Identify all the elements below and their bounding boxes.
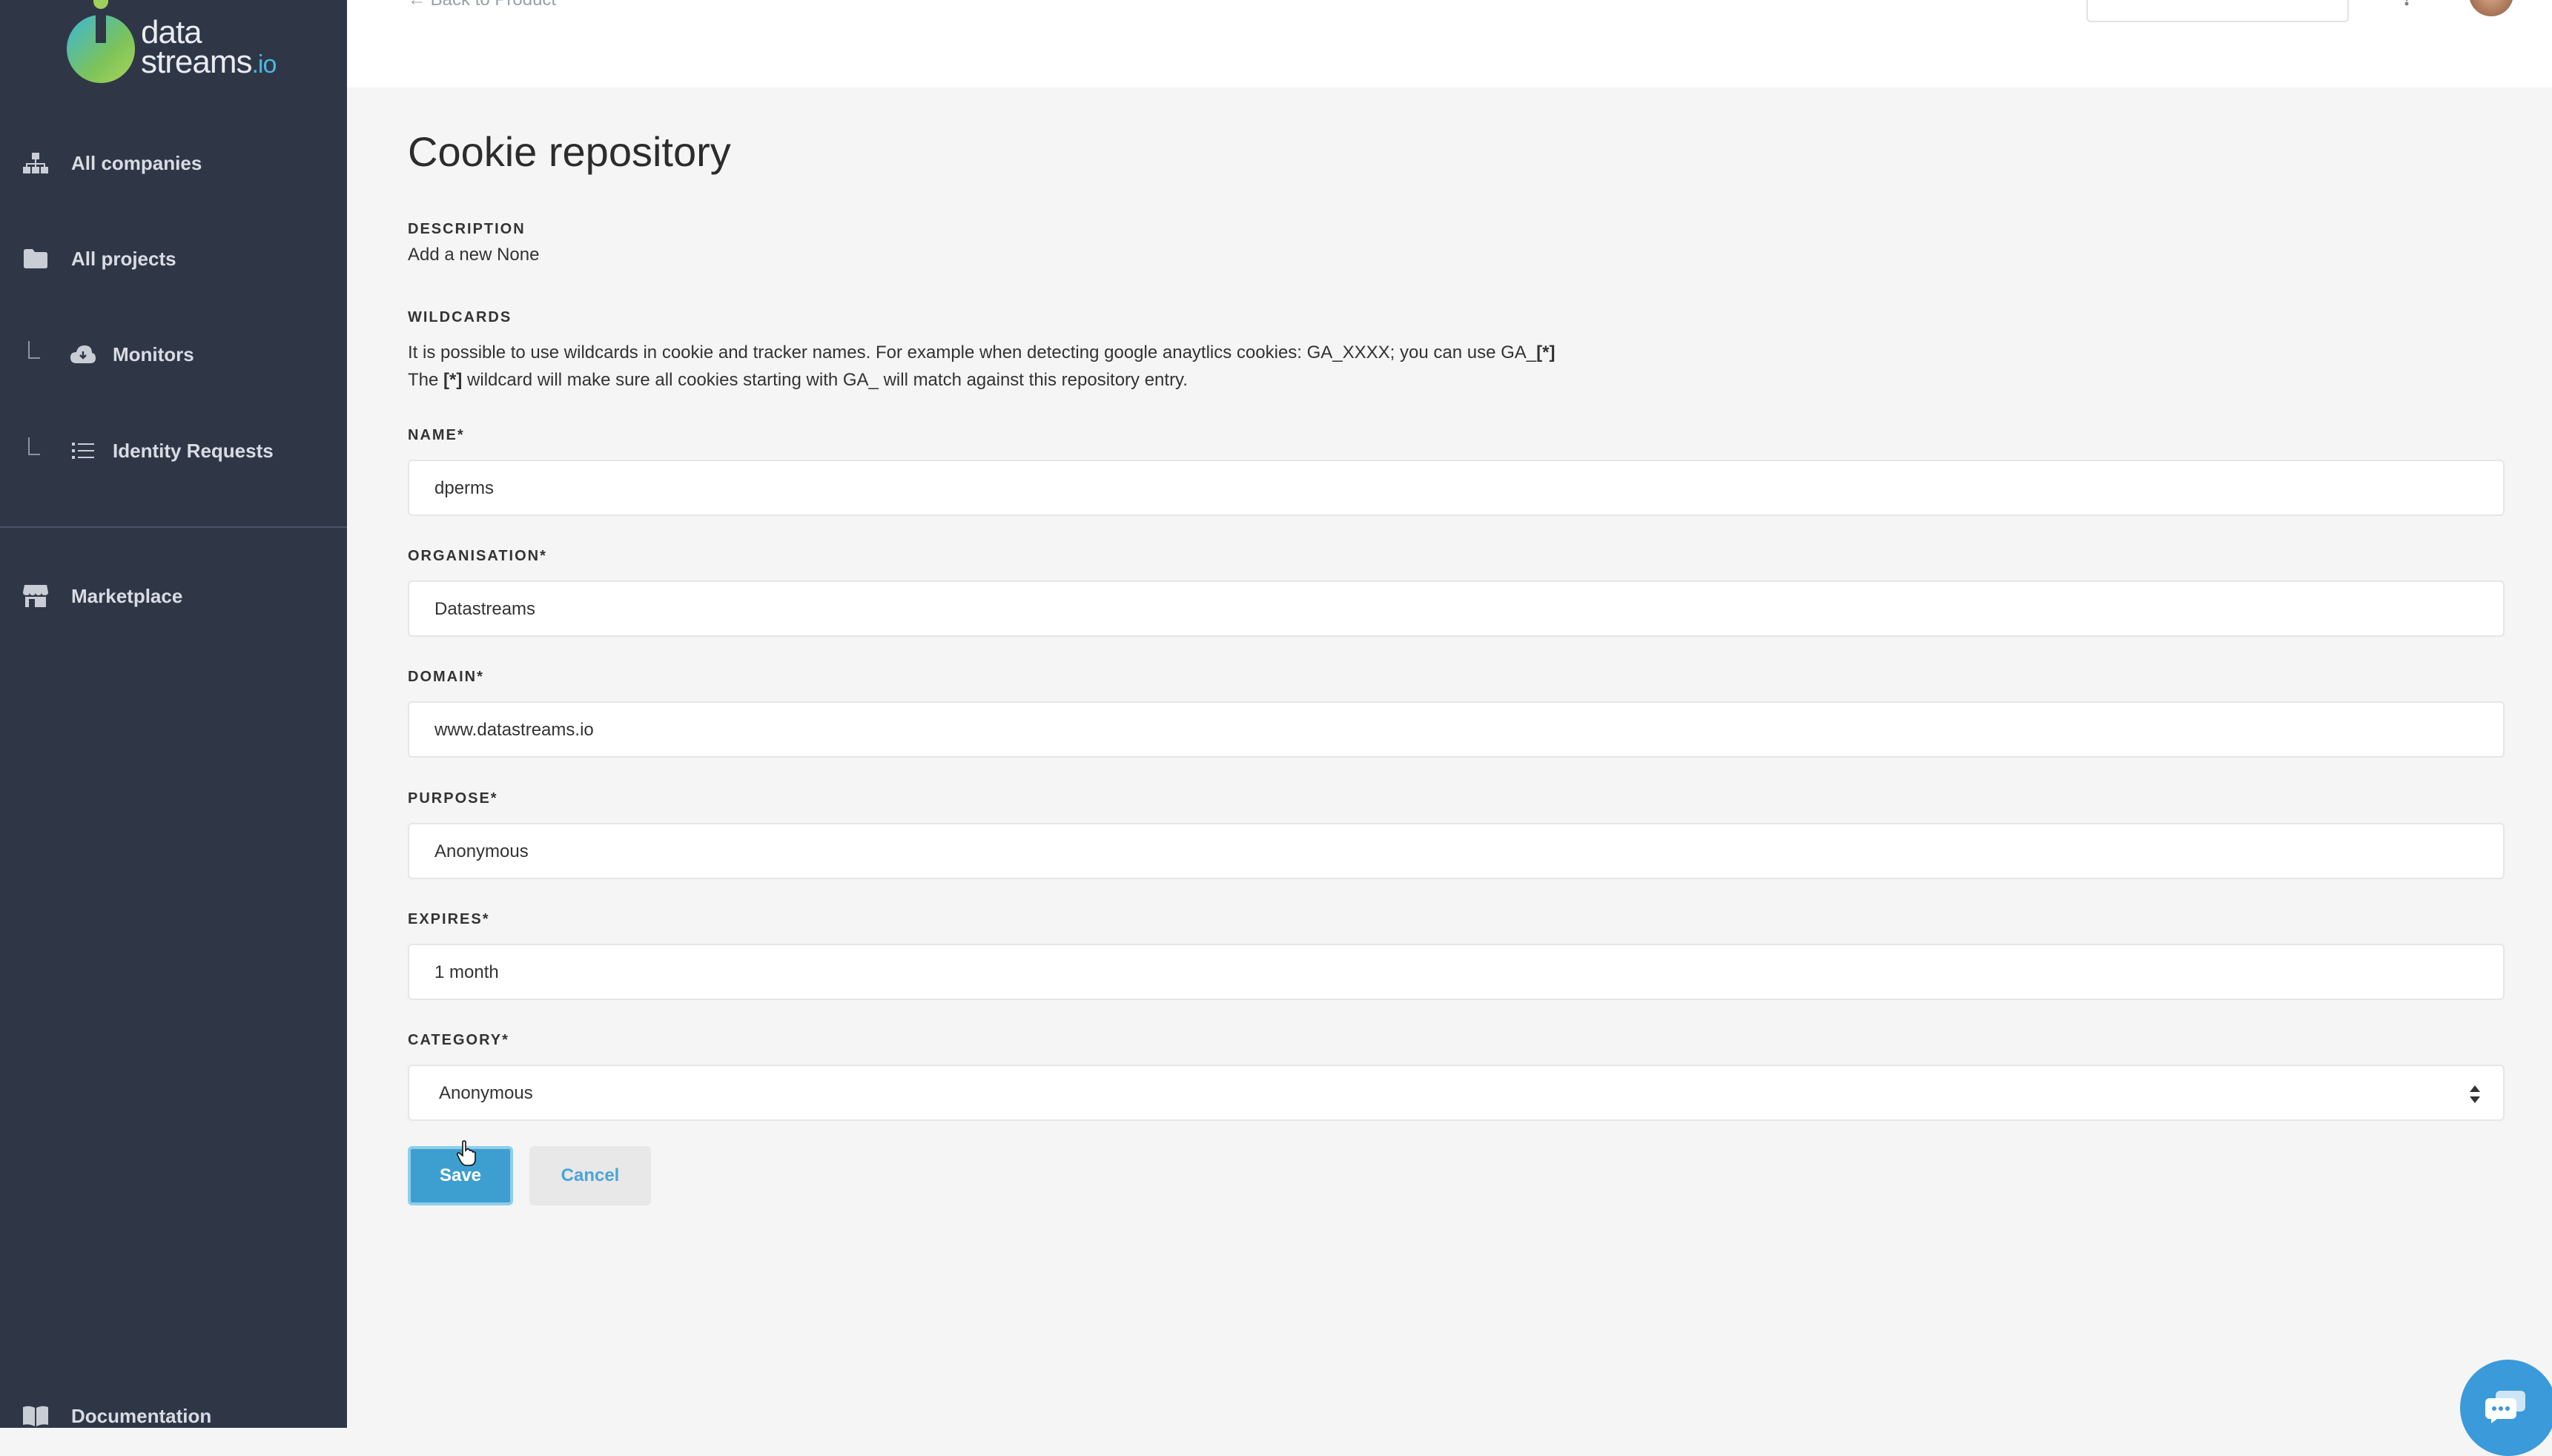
store-icon [21,581,50,611]
sidebar-item-label: Monitors [113,343,194,365]
description-text: Add a new None [408,245,540,265]
domain-label: DOMAIN* [408,669,484,685]
page-title: Cookie repository [408,128,731,175]
chat-widget-button[interactable] [2460,1360,2552,1456]
expires-field [408,944,2505,1000]
purpose-label: PURPOSE* [408,790,498,807]
description-label: DESCRIPTION [408,221,526,237]
domain-input[interactable] [433,703,2467,758]
top-bar: ← Back to Product [347,0,2552,87]
tree-elbow [28,341,40,359]
tree-elbow [28,437,40,455]
cancel-button[interactable]: Cancel [529,1146,651,1205]
logo-text-streams: streams [141,44,252,80]
organisation-field [408,580,2505,637]
name-input[interactable] [433,461,2467,516]
wildcards-line1-text: It is possible to use wildcards in cooki… [408,343,1537,363]
sidebar-item-label: Identity Requests [113,439,274,462]
chat-icon [2485,1391,2527,1427]
top-search-input[interactable] [2086,0,2349,22]
sidebar-item-label: Marketplace [71,584,183,607]
sitemap-icon [21,148,50,178]
sidebar-item-all-companies[interactable]: All companies [0,141,347,185]
category-selected-value: Anonymous [439,1083,533,1103]
sidebar-divider [0,526,347,528]
wildcard-code: [*] [443,370,463,390]
logo-text-io: .io [251,50,277,79]
hand-cursor-icon [456,1140,479,1167]
name-label: NAME* [408,427,465,443]
folder-icon [21,244,50,274]
select-arrows-icon [2467,1084,2482,1105]
notification-icon[interactable] [2399,0,2414,6]
list-icon [68,436,98,466]
sidebar-item-marketplace[interactable]: Marketplace [0,574,347,618]
wildcards-text-line1: It is possible to use wildcards in cooki… [408,343,1555,363]
category-select[interactable]: Anonymous [408,1065,2505,1121]
sidebar-item-documentation[interactable]: Documentation [0,1394,347,1438]
purpose-input[interactable] [433,824,2467,879]
wildcard-code: [*] [1536,343,1556,363]
book-icon [21,1401,50,1431]
domain-field [408,701,2505,758]
back-link[interactable]: ← Back to Product [408,0,556,10]
category-label: CATEGORY* [408,1032,509,1048]
datastreams-logo[interactable]: data streams.io [65,0,288,89]
sidebar-item-monitors[interactable]: Monitors [0,332,347,377]
expires-input[interactable] [433,945,2467,1000]
organisation-label: ORGANISATION* [408,548,547,564]
sidebar-item-label: Documentation [71,1404,212,1427]
purpose-field [408,823,2505,879]
wildcards-text-line2: The [*] wildcard will make sure all cook… [408,370,1188,391]
sidebar-item-identity-requests[interactable]: Identity Requests [0,428,347,473]
organisation-input[interactable] [433,582,2467,637]
sidebar-item-label: All projects [71,247,176,270]
wildcards-line2-pre: The [408,370,444,390]
sidebar-item-label: All companies [71,151,202,174]
name-field [408,460,2505,516]
user-avatar[interactable] [2469,0,2513,16]
logo-text: data streams.io [141,16,277,80]
sidebar-item-all-projects[interactable]: All projects [0,236,347,281]
wildcards-line2-post: wildcard will make sure all cookies star… [462,370,1188,390]
wildcards-label: WILDCARDS [408,309,512,325]
expires-label: EXPIRES* [408,911,490,927]
sidebar: data streams.io All companies All projec… [0,0,347,1428]
cloud-icon [68,340,98,369]
